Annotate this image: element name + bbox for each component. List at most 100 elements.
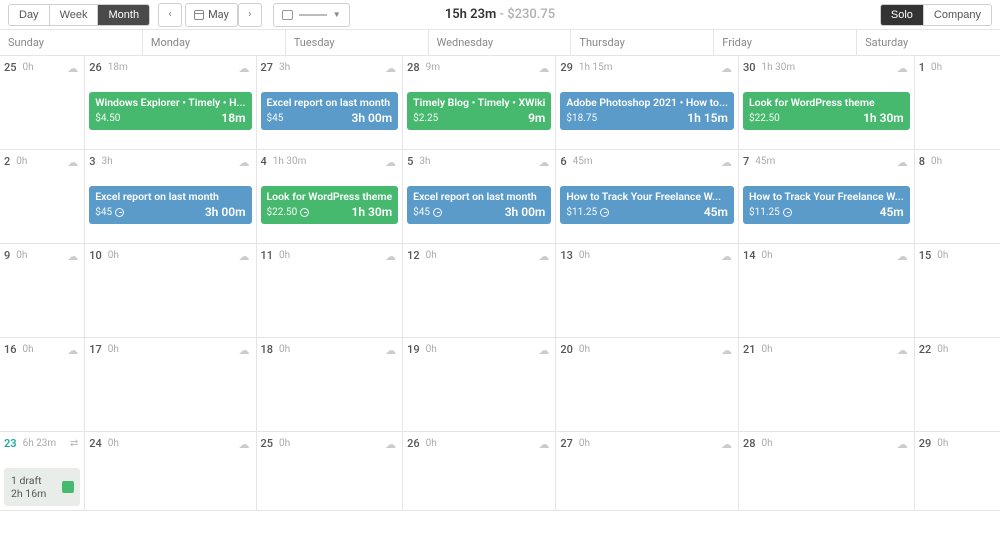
- memory-icon[interactable]: ☁: [385, 156, 396, 169]
- memory-icon[interactable]: ☁: [897, 344, 908, 357]
- day-cell[interactable]: 90h☁: [0, 244, 85, 338]
- day-cell[interactable]: 160h☁: [0, 338, 85, 432]
- scope-solo-button[interactable]: Solo: [881, 5, 924, 25]
- memory-icon[interactable]: ☁: [721, 250, 732, 263]
- printer-icon: [282, 10, 293, 20]
- day-cell[interactable]: 289m☁Timely Blog • Timely • XWiki$2.259m: [403, 56, 556, 150]
- memory-icon[interactable]: ☁: [538, 62, 549, 75]
- day-hours: 0h: [931, 156, 942, 167]
- memory-icon[interactable]: ☁: [385, 438, 396, 451]
- memory-icon[interactable]: ☁: [67, 62, 78, 75]
- day-cell[interactable]: 2618m☁Windows Explorer • Timely • H...$4…: [85, 56, 256, 150]
- draft-entry[interactable]: 1 draft2h 16m: [4, 468, 80, 506]
- view-week-button[interactable]: Week: [50, 5, 99, 25]
- memory-icon[interactable]: ☁: [721, 62, 732, 75]
- entry-title: Look for WordPress theme: [749, 96, 904, 109]
- memory-icon[interactable]: ☁: [239, 62, 250, 75]
- time-entry[interactable]: Adobe Photoshop 2021 • How to...$18.751h…: [560, 92, 734, 130]
- clock-icon: [115, 208, 124, 217]
- memory-icon[interactable]: ☁: [721, 344, 732, 357]
- day-cell[interactable]: 41h 30m☁Look for WordPress theme$22.501h…: [257, 150, 404, 244]
- day-cell[interactable]: 250h☁: [0, 56, 85, 150]
- day-cell[interactable]: 100h☁: [85, 244, 256, 338]
- time-entry[interactable]: Look for WordPress theme$22.501h 30m: [743, 92, 910, 130]
- time-entry[interactable]: Excel report on last month$453h 00m: [89, 186, 251, 224]
- day-cell[interactable]: 220h: [915, 338, 1000, 432]
- day-cell[interactable]: 236h 23m⇄1 draft2h 16m: [0, 432, 85, 511]
- day-cell[interactable]: 170h☁: [85, 338, 256, 432]
- view-day-button[interactable]: Day: [9, 5, 50, 25]
- day-cell[interactable]: 250h☁: [257, 432, 404, 511]
- memory-icon[interactable]: ☁: [897, 250, 908, 263]
- time-entry[interactable]: Windows Explorer • Timely • H...$4.5018m: [89, 92, 251, 130]
- day-cell[interactable]: 273h☁Excel report on last month$453h 00m: [257, 56, 404, 150]
- view-month-button[interactable]: Month: [98, 5, 149, 25]
- time-entry[interactable]: Excel report on last month$453h 00m: [261, 92, 399, 130]
- memory-icon[interactable]: ☁: [538, 344, 549, 357]
- memory-icon[interactable]: ☁: [239, 344, 250, 357]
- summary-title: 15h 23m - $230.75: [445, 7, 555, 22]
- day-cell[interactable]: 10h: [915, 56, 1000, 150]
- entry-cost: $18.75: [566, 113, 597, 124]
- day-cell[interactable]: 745m☁How to Track Your Freelance W...$11…: [739, 150, 915, 244]
- memory-icon[interactable]: ☁: [239, 250, 250, 263]
- memory-icon[interactable]: ☁: [385, 344, 396, 357]
- day-cell[interactable]: 130h☁: [556, 244, 739, 338]
- day-number: 25: [4, 61, 17, 74]
- memory-icon[interactable]: ☁: [897, 438, 908, 451]
- day-cell[interactable]: 290h: [915, 432, 1000, 511]
- day-cell[interactable]: 190h☁: [403, 338, 556, 432]
- day-cell[interactable]: 20h☁: [0, 150, 85, 244]
- day-cell[interactable]: 270h☁: [556, 432, 739, 511]
- day-cell[interactable]: 280h☁: [739, 432, 915, 511]
- time-entry[interactable]: How to Track Your Freelance W...$11.2545…: [560, 186, 734, 224]
- memory-icon[interactable]: ☁: [538, 250, 549, 263]
- day-cell[interactable]: 80h: [915, 150, 1000, 244]
- day-cell[interactable]: 301h 30m☁Look for WordPress theme$22.501…: [739, 56, 915, 150]
- day-cell[interactable]: 140h☁: [739, 244, 915, 338]
- memory-icon[interactable]: ☁: [239, 156, 250, 169]
- scope-company-button[interactable]: Company: [924, 5, 991, 25]
- day-hours: 0h: [937, 438, 948, 449]
- day-cell[interactable]: 53h☁Excel report on last month$453h 00m: [403, 150, 556, 244]
- day-cell[interactable]: 33h☁Excel report on last month$453h 00m: [85, 150, 256, 244]
- memory-icon[interactable]: ☁: [385, 62, 396, 75]
- memory-icon[interactable]: ☁: [897, 62, 908, 75]
- clock-icon: [300, 208, 309, 217]
- memory-icon[interactable]: ☁: [538, 438, 549, 451]
- memory-icon[interactable]: ☁: [67, 344, 78, 357]
- transfer-icon[interactable]: ⇄: [70, 438, 78, 449]
- memory-icon[interactable]: ☁: [67, 156, 78, 169]
- day-cell[interactable]: 291h 15m☁Adobe Photoshop 2021 • How to..…: [556, 56, 739, 150]
- memory-icon[interactable]: ☁: [897, 156, 908, 169]
- day-number: 20: [560, 343, 573, 356]
- day-cell[interactable]: 110h☁: [257, 244, 404, 338]
- day-cell[interactable]: 260h☁: [403, 432, 556, 511]
- memory-icon[interactable]: ☁: [67, 250, 78, 263]
- time-entry[interactable]: How to Track Your Freelance W...$11.2545…: [743, 186, 910, 224]
- next-month-button[interactable]: ›: [238, 3, 262, 27]
- day-cell[interactable]: 645m☁How to Track Your Freelance W...$11…: [556, 150, 739, 244]
- time-entry[interactable]: Timely Blog • Timely • XWiki$2.259m: [407, 92, 551, 130]
- month-picker-button[interactable]: May: [185, 3, 238, 27]
- memory-icon[interactable]: ☁: [721, 156, 732, 169]
- prev-month-button[interactable]: ‹: [158, 3, 182, 27]
- day-cell[interactable]: 150h: [915, 244, 1000, 338]
- day-number: 1: [919, 61, 925, 74]
- time-entry[interactable]: Look for WordPress theme$22.501h 30m: [261, 186, 399, 224]
- day-hours: 6h 23m: [23, 438, 57, 449]
- day-cell[interactable]: 120h☁: [403, 244, 556, 338]
- memory-icon[interactable]: ☁: [721, 438, 732, 451]
- memory-icon[interactable]: ☁: [385, 250, 396, 263]
- memory-icon[interactable]: ☁: [538, 156, 549, 169]
- day-cell[interactable]: 200h☁: [556, 338, 739, 432]
- clock-icon: [433, 208, 442, 217]
- export-dropdown[interactable]: ▼: [273, 3, 350, 27]
- time-entry[interactable]: Excel report on last month$453h 00m: [407, 186, 551, 224]
- day-hours: 0h: [108, 344, 119, 355]
- day-cell[interactable]: 180h☁: [257, 338, 404, 432]
- day-hours: 0h: [279, 344, 290, 355]
- memory-icon[interactable]: ☁: [239, 438, 250, 451]
- day-cell[interactable]: 240h☁: [85, 432, 256, 511]
- day-cell[interactable]: 210h☁: [739, 338, 915, 432]
